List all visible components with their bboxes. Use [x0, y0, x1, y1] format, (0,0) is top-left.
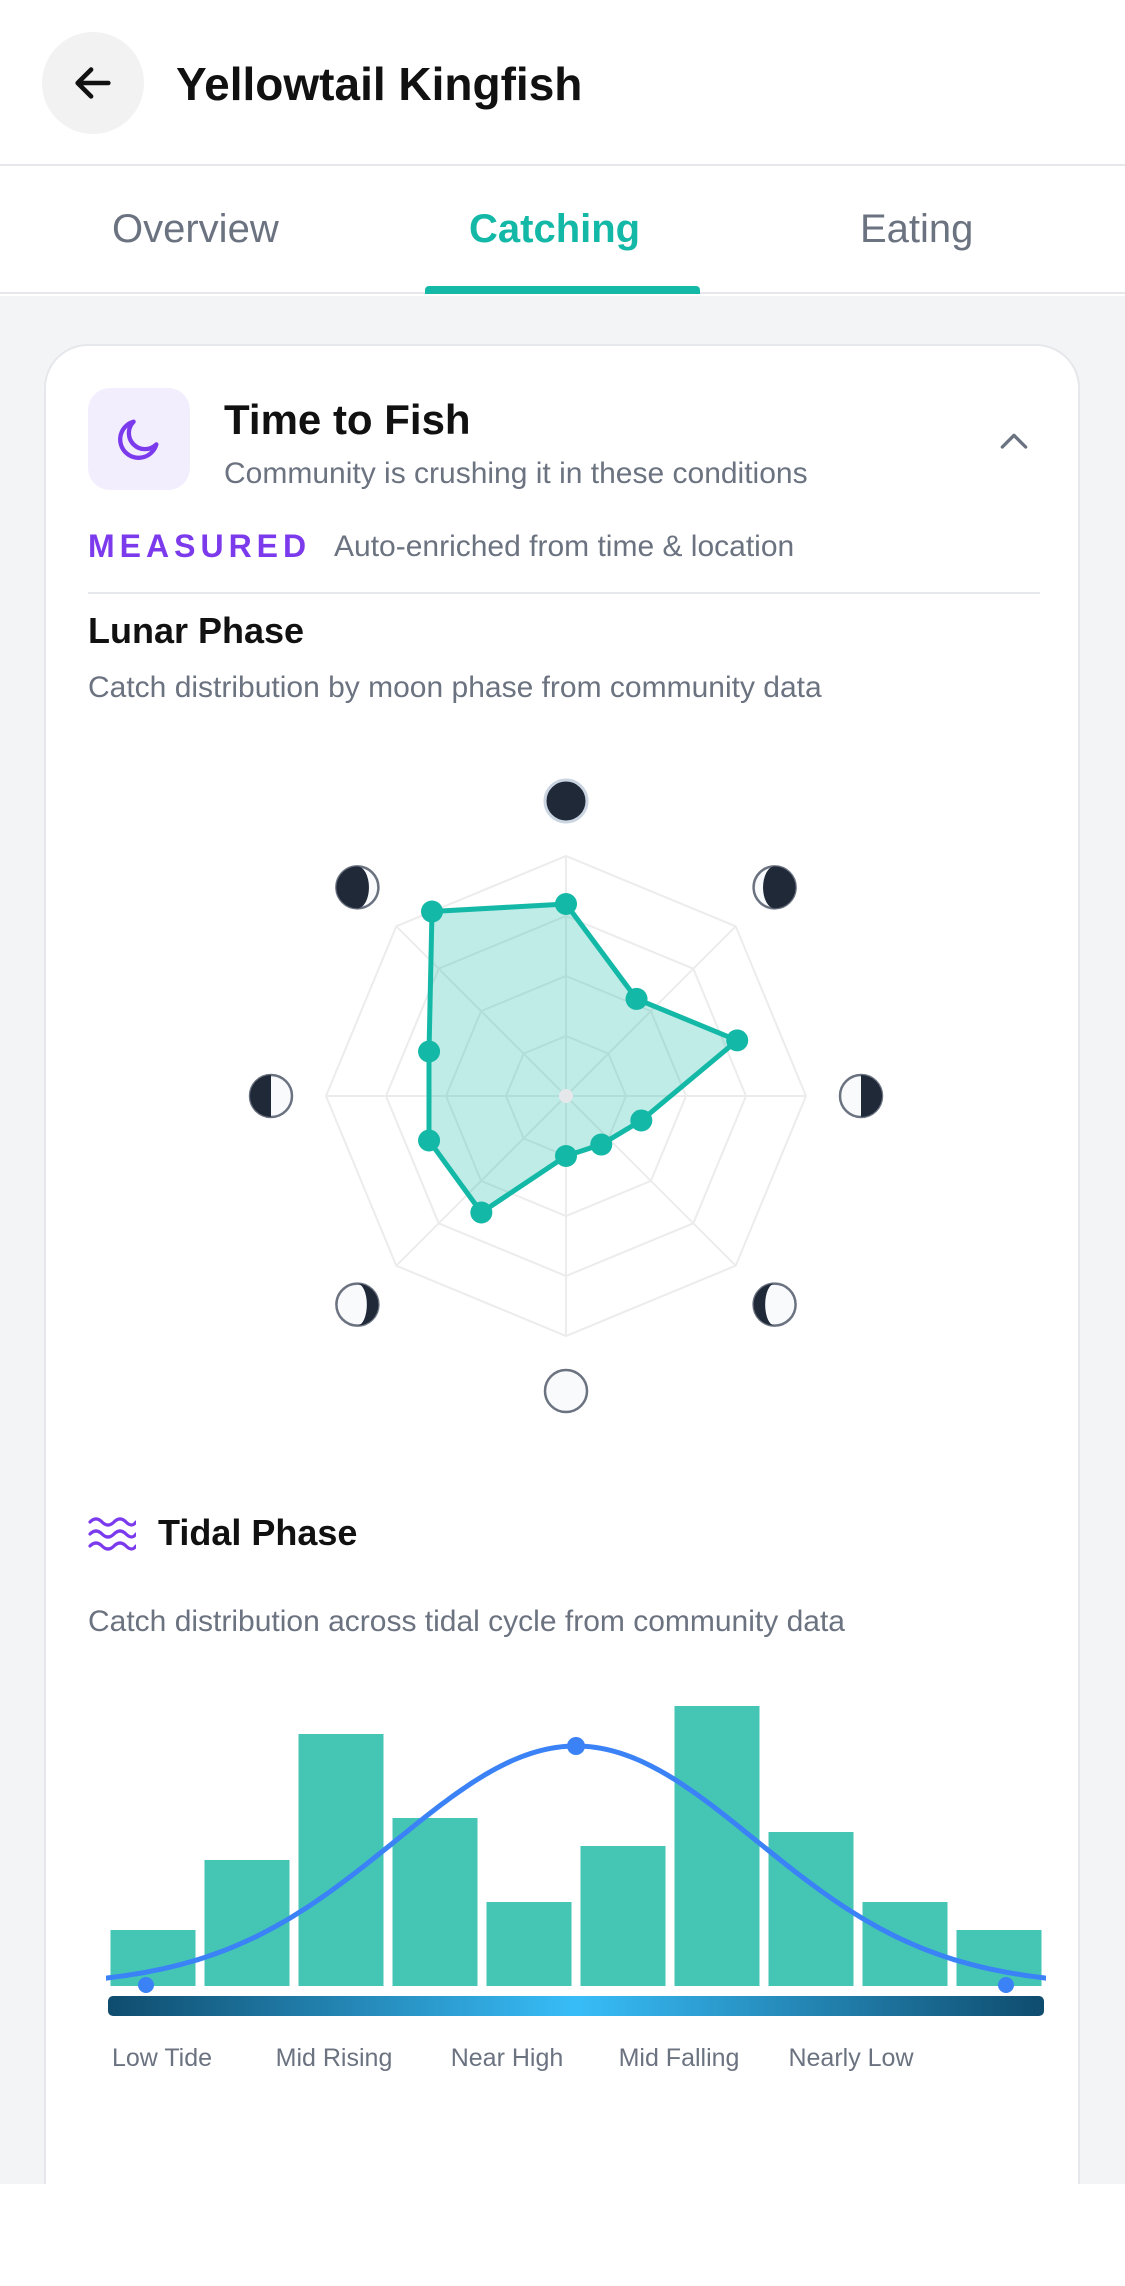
radar-data-point [590, 1133, 613, 1156]
tab-catching[interactable]: Catching [469, 204, 640, 254]
measured-badge: MEASURED [88, 528, 312, 564]
moon-icon [118, 419, 159, 460]
radar-data-point [630, 1109, 653, 1132]
app-root: Yellowtail Kingfish Overview Catching Ea… [0, 0, 1125, 2286]
time-to-fish-card: Time to Fish Community is crushing it in… [44, 344, 1080, 2184]
lunar-radar-chart [248, 778, 884, 1414]
tide-label-nearly-low: Nearly Low [788, 2044, 914, 2072]
tide-axis-labels: Low Tide Mid Rising Near High Mid Fallin… [106, 2042, 1046, 2078]
lunar-phase-description: Catch distribution by moon phase from co… [88, 671, 822, 704]
radar-data-point [418, 1129, 441, 1152]
moon-phase-icon [335, 865, 380, 910]
radar-data-point [420, 900, 443, 923]
measured-note: Auto-enriched from time & location [334, 530, 795, 563]
tide-bar [862, 1902, 948, 1986]
bottom-safe-area [0, 2184, 1125, 2286]
tide-label-mid-rising: Mid Rising [275, 2044, 393, 2072]
moon-phase-icon [248, 1073, 294, 1119]
tide-curve-peak [567, 1737, 585, 1755]
tab-eating[interactable]: Eating [860, 204, 973, 254]
moon-phase-icon [752, 865, 797, 910]
radar-data-point [625, 987, 648, 1010]
moon-phase-icon [543, 778, 589, 824]
chevron-up-icon [1000, 433, 1028, 449]
moon-disc [543, 1368, 589, 1414]
tide-level-band [108, 1996, 1044, 2016]
tidal-bar-chart [106, 1706, 1046, 2016]
active-tab-indicator [425, 286, 700, 294]
card-title: Time to Fish [224, 396, 471, 443]
moon-disc [543, 778, 589, 824]
radar-data-point [555, 893, 577, 915]
radar-data-area [426, 901, 740, 1215]
tab-bar: Overview Catching Eating [0, 168, 1125, 294]
tide-label-low-tide: Low Tide [111, 2044, 213, 2072]
waves-icon [88, 1517, 136, 1551]
tide-bar [768, 1832, 854, 1986]
arrow-left-icon [75, 67, 111, 99]
collapse-button[interactable] [986, 414, 1042, 470]
moon-phase-icon [543, 1368, 589, 1414]
tide-bar [674, 1706, 760, 1986]
tide-label-near-high: Near High [450, 2044, 564, 2072]
lunar-phase-title: Lunar Phase [88, 610, 305, 651]
tide-bar [392, 1818, 478, 1986]
moon-phase-icon [838, 1073, 884, 1119]
section-icon-box [88, 388, 190, 490]
radar-data-point [418, 1040, 441, 1063]
top-bar: Yellowtail Kingfish [0, 0, 1125, 166]
tide-curve-start [138, 1977, 154, 1993]
content-scroll-area[interactable]: Time to Fish Community is crushing it in… [0, 296, 1125, 2184]
moon-shadow [250, 1075, 271, 1117]
tide-label-mid-falling: Mid Falling [618, 2044, 740, 2072]
radar-center-dot [559, 1089, 573, 1103]
tidal-phase-title: Tidal Phase [158, 1512, 358, 1553]
tide-bar [486, 1902, 572, 1986]
card-subtitle: Community is crushing it in these condit… [224, 457, 808, 490]
tab-overview[interactable]: Overview [112, 204, 279, 254]
radar-data-point [555, 1145, 577, 1167]
back-button[interactable] [42, 32, 144, 134]
radar-data-point [470, 1201, 493, 1224]
radar-data-point [726, 1029, 749, 1052]
moon-phase-icon [752, 1282, 797, 1327]
tide-curve-end [998, 1977, 1014, 1993]
divider [88, 592, 1040, 594]
page-title: Yellowtail Kingfish [176, 58, 583, 110]
tidal-phase-description: Catch distribution across tidal cycle fr… [88, 1605, 845, 1638]
moon-shadow [861, 1075, 882, 1117]
tide-bar [580, 1846, 666, 1986]
moon-phase-icon [335, 1282, 380, 1327]
